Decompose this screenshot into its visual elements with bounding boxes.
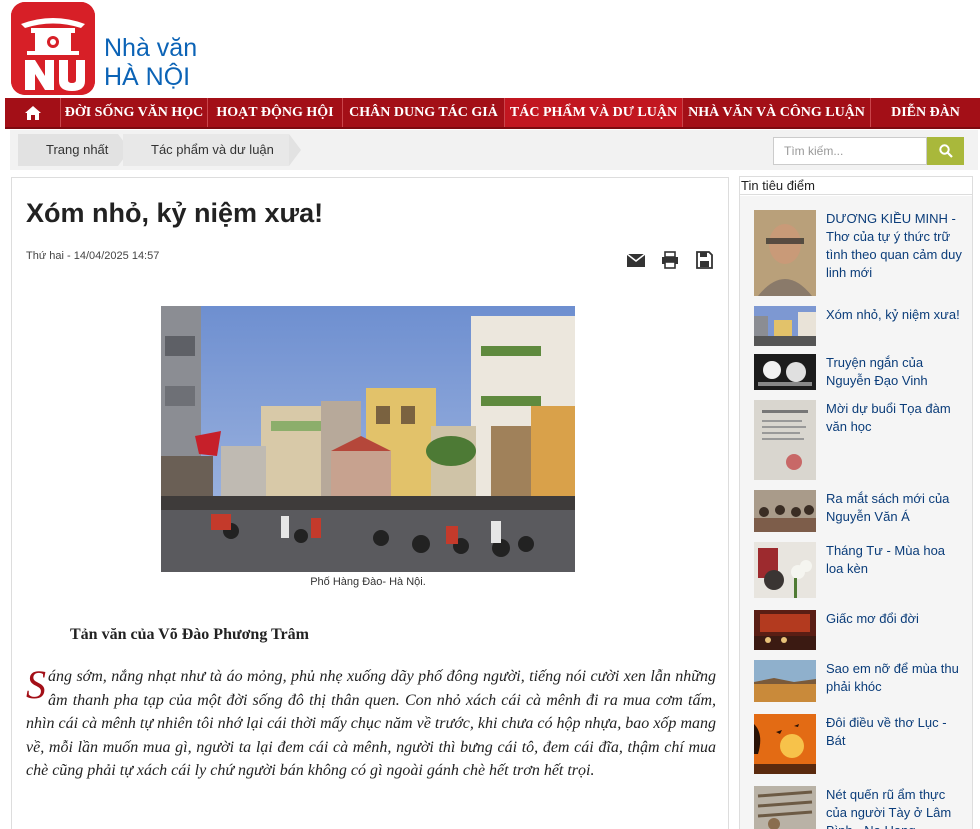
street-thumbnail [754,306,816,346]
featured-title[interactable]: Xóm nhỏ, kỷ niệm xưa! [826,306,962,324]
featured-title[interactable]: Mời dự buổi Tọa đàm văn học [826,400,962,436]
sketch-thumbnail [754,354,816,390]
sidebar-heading: Tin tiêu điểm [740,177,972,195]
nav-chan-dung-tac-gia[interactable]: CHÂN DUNG TÁC GIẢ [343,98,505,127]
featured-item[interactable]: Tháng Tư - Mùa hoa loa kèn [754,542,964,598]
print-icon[interactable] [660,250,680,270]
site-name-line2: HÀ NỘI [104,63,191,91]
featured-item[interactable]: Truyện ngắn của Nguyễn Đạo Vinh [754,354,964,390]
site-logo[interactable] [11,2,95,95]
article-tools [626,250,714,270]
site-name-line1: Nhà văn [104,34,198,62]
search-icon [938,144,953,158]
featured-item[interactable]: Mời dự buổi Tọa đàm văn học [754,400,964,480]
featured-title[interactable]: Sao em nỡ để mùa thu phải khóc [826,660,962,696]
invitation-thumbnail [754,400,816,480]
save-icon[interactable] [694,250,714,270]
featured-thumb[interactable] [754,660,816,702]
featured-title[interactable]: Đôi điều về thơ Lục - Bát [826,714,962,750]
street-photo-image [161,306,575,572]
nav-dien-dan[interactable]: DIỄN ĐÀN [871,98,980,127]
temple-logo-icon [11,2,95,95]
nav-tac-pham-va-du-luan[interactable]: TÁC PHẨM VÀ DƯ LUẬN [505,98,683,127]
article-paragraph: áng sớm, nắng nhạt như tà áo mỏng, phủ n… [26,668,716,779]
portrait-thumbnail [754,210,816,296]
featured-item[interactable]: Nét quến rũ ẩm thực của người Tày ở Lâm … [754,786,964,829]
stage-thumbnail [754,610,816,650]
main-nav: ĐỜI SỐNG VĂN HỌC HOẠT ĐỘNG HỘI CHÂN DUNG… [5,98,980,129]
article-byline: Tản văn của Võ Đào Phương Trâm [70,626,309,643]
featured-thumb[interactable] [754,714,816,774]
autumn-thumbnail [754,660,816,702]
email-icon[interactable] [626,250,646,270]
sunset-thumbnail [754,714,816,774]
featured-item[interactable]: Ra mắt sách mới của Nguyễn Văn Á [754,490,964,532]
nav-nha-van-va-cong-luan[interactable]: NHÀ VĂN VÀ CÔNG LUẬN [683,98,871,127]
site-header: Nhà văn HÀ NỘI [0,0,980,98]
featured-item[interactable]: Giấc mơ đổi đời [754,610,964,650]
nav-home[interactable] [5,98,61,127]
featured-title[interactable]: Nét quến rũ ẩm thực của người Tày ở Lâm … [826,786,962,829]
featured-thumb[interactable] [754,542,816,598]
featured-thumb[interactable] [754,210,816,296]
featured-thumb[interactable] [754,354,816,390]
featured-thumb[interactable] [754,610,816,650]
site-name[interactable]: Nhà văn HÀ NỘI [104,34,197,92]
featured-title[interactable]: DƯƠNG KIỀU MINH - Thơ của tự ý thức trữ … [826,210,962,282]
nav-doi-song-van-hoc[interactable]: ĐỜI SỐNG VĂN HỌC [61,98,208,127]
food-thumbnail [754,786,816,829]
featured-item[interactable]: Đôi điều về thơ Lục - Bát [754,714,964,774]
featured-item[interactable]: DƯƠNG KIỀU MINH - Thơ của tự ý thức trữ … [754,210,964,296]
breadcrumb-category[interactable]: Tác phẩm và dư luận [123,134,301,166]
article-body: Sáng sớm, nắng nhạt như tà áo mỏng, phủ … [26,665,716,783]
featured-title[interactable]: Truyện ngắn của Nguyễn Đạo Vinh [826,354,962,390]
search-button[interactable] [927,137,964,165]
article-photo [161,306,575,572]
featured-item[interactable]: Xóm nhỏ, kỷ niệm xưa! [754,306,964,346]
featured-list: DƯƠNG KIỀU MINH - Thơ của tự ý thức trữ … [740,196,972,829]
featured-sidebar: Tin tiêu điểm DƯƠNG KIỀU MINH - Thơ của … [739,176,973,829]
home-icon [24,105,41,120]
featured-thumb[interactable] [754,400,816,480]
featured-thumb[interactable] [754,786,816,829]
search-input[interactable] [773,137,927,165]
article-date: Thứ hai - 14/04/2025 14:57 [26,250,160,262]
drop-cap: S [26,662,46,707]
event-thumbnail [754,490,816,532]
flower-thumbnail [754,542,816,598]
featured-item[interactable]: Sao em nỡ để mùa thu phải khóc [754,660,964,702]
featured-title[interactable]: Tháng Tư - Mùa hoa loa kèn [826,542,962,578]
article: Xóm nhỏ, kỷ niệm xưa! Thứ hai - 14/04/20… [11,177,729,829]
photo-caption: Phố Hàng Đào- Hà Nội. [310,576,426,588]
nav-hoat-dong-hoi[interactable]: HOẠT ĐỘNG HỘI [208,98,343,127]
breadcrumb-home[interactable]: Trang nhất [18,134,130,166]
featured-title[interactable]: Ra mắt sách mới của Nguyễn Văn Á [826,490,962,526]
featured-title[interactable]: Giấc mơ đổi đời [826,610,962,628]
featured-thumb[interactable] [754,306,816,346]
featured-thumb[interactable] [754,490,816,532]
article-title: Xóm nhỏ, kỷ niệm xưa! [26,198,324,228]
